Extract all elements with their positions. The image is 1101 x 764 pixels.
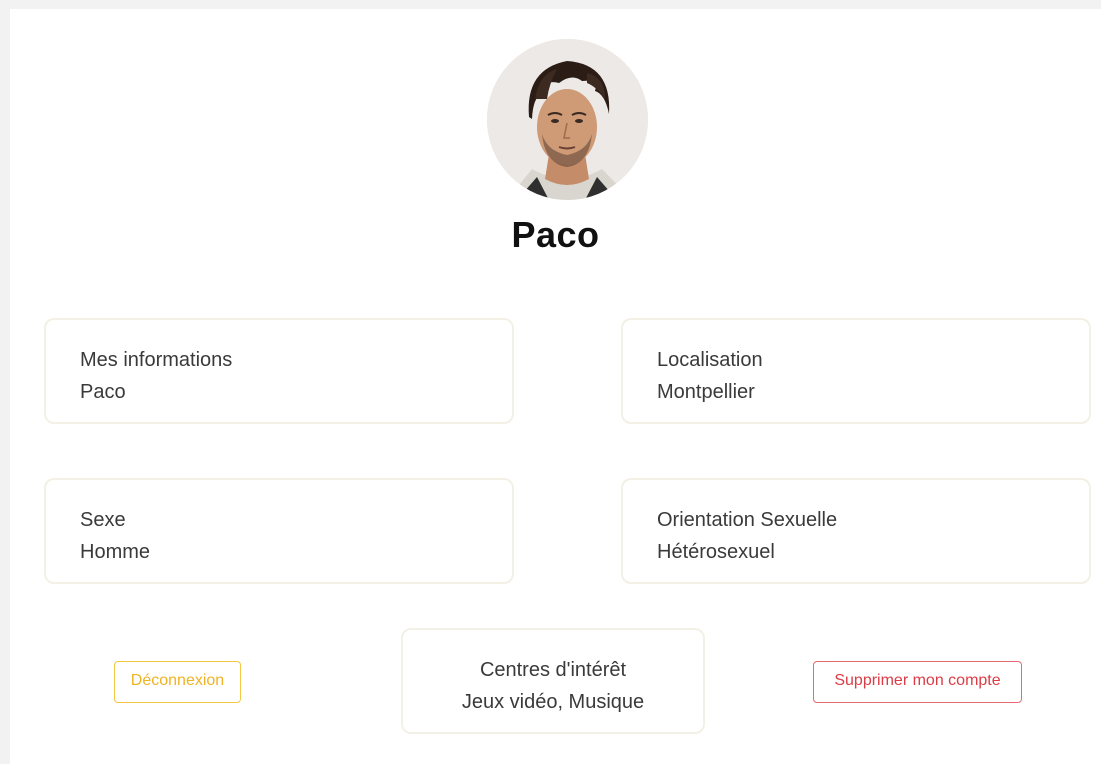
avatar xyxy=(487,39,648,200)
card-value: Homme xyxy=(80,541,151,563)
card-my-information: Mes informations Paco xyxy=(44,318,514,424)
card-value: Jeux vidéo, Musique xyxy=(461,691,645,713)
card-value: Montpellier xyxy=(657,381,755,403)
card-sexual-orientation: Orientation Sexuelle Hétérosexuel xyxy=(621,478,1091,584)
card-title: Localisation xyxy=(657,349,763,371)
card-title: Centres d'intérêt xyxy=(479,659,627,681)
card-interests: Centres d'intérêt Jeux vidéo, Musique xyxy=(401,628,705,734)
avatar-portrait-image xyxy=(487,39,648,200)
card-location: Localisation Montpellier xyxy=(621,318,1091,424)
delete-account-button[interactable]: Supprimer mon compte xyxy=(813,661,1022,703)
card-title: Orientation Sexuelle xyxy=(657,509,838,531)
profile-page: Paco Mes informations Paco Localisation … xyxy=(10,9,1101,764)
card-sex: Sexe Homme xyxy=(44,478,514,584)
logout-button[interactable]: Déconnexion xyxy=(114,661,241,703)
card-value: Paco xyxy=(80,381,126,403)
profile-name: Paco xyxy=(511,214,600,255)
card-title: Mes informations xyxy=(80,349,233,371)
card-title: Sexe xyxy=(80,509,126,531)
card-value: Hétérosexuel xyxy=(657,541,775,563)
